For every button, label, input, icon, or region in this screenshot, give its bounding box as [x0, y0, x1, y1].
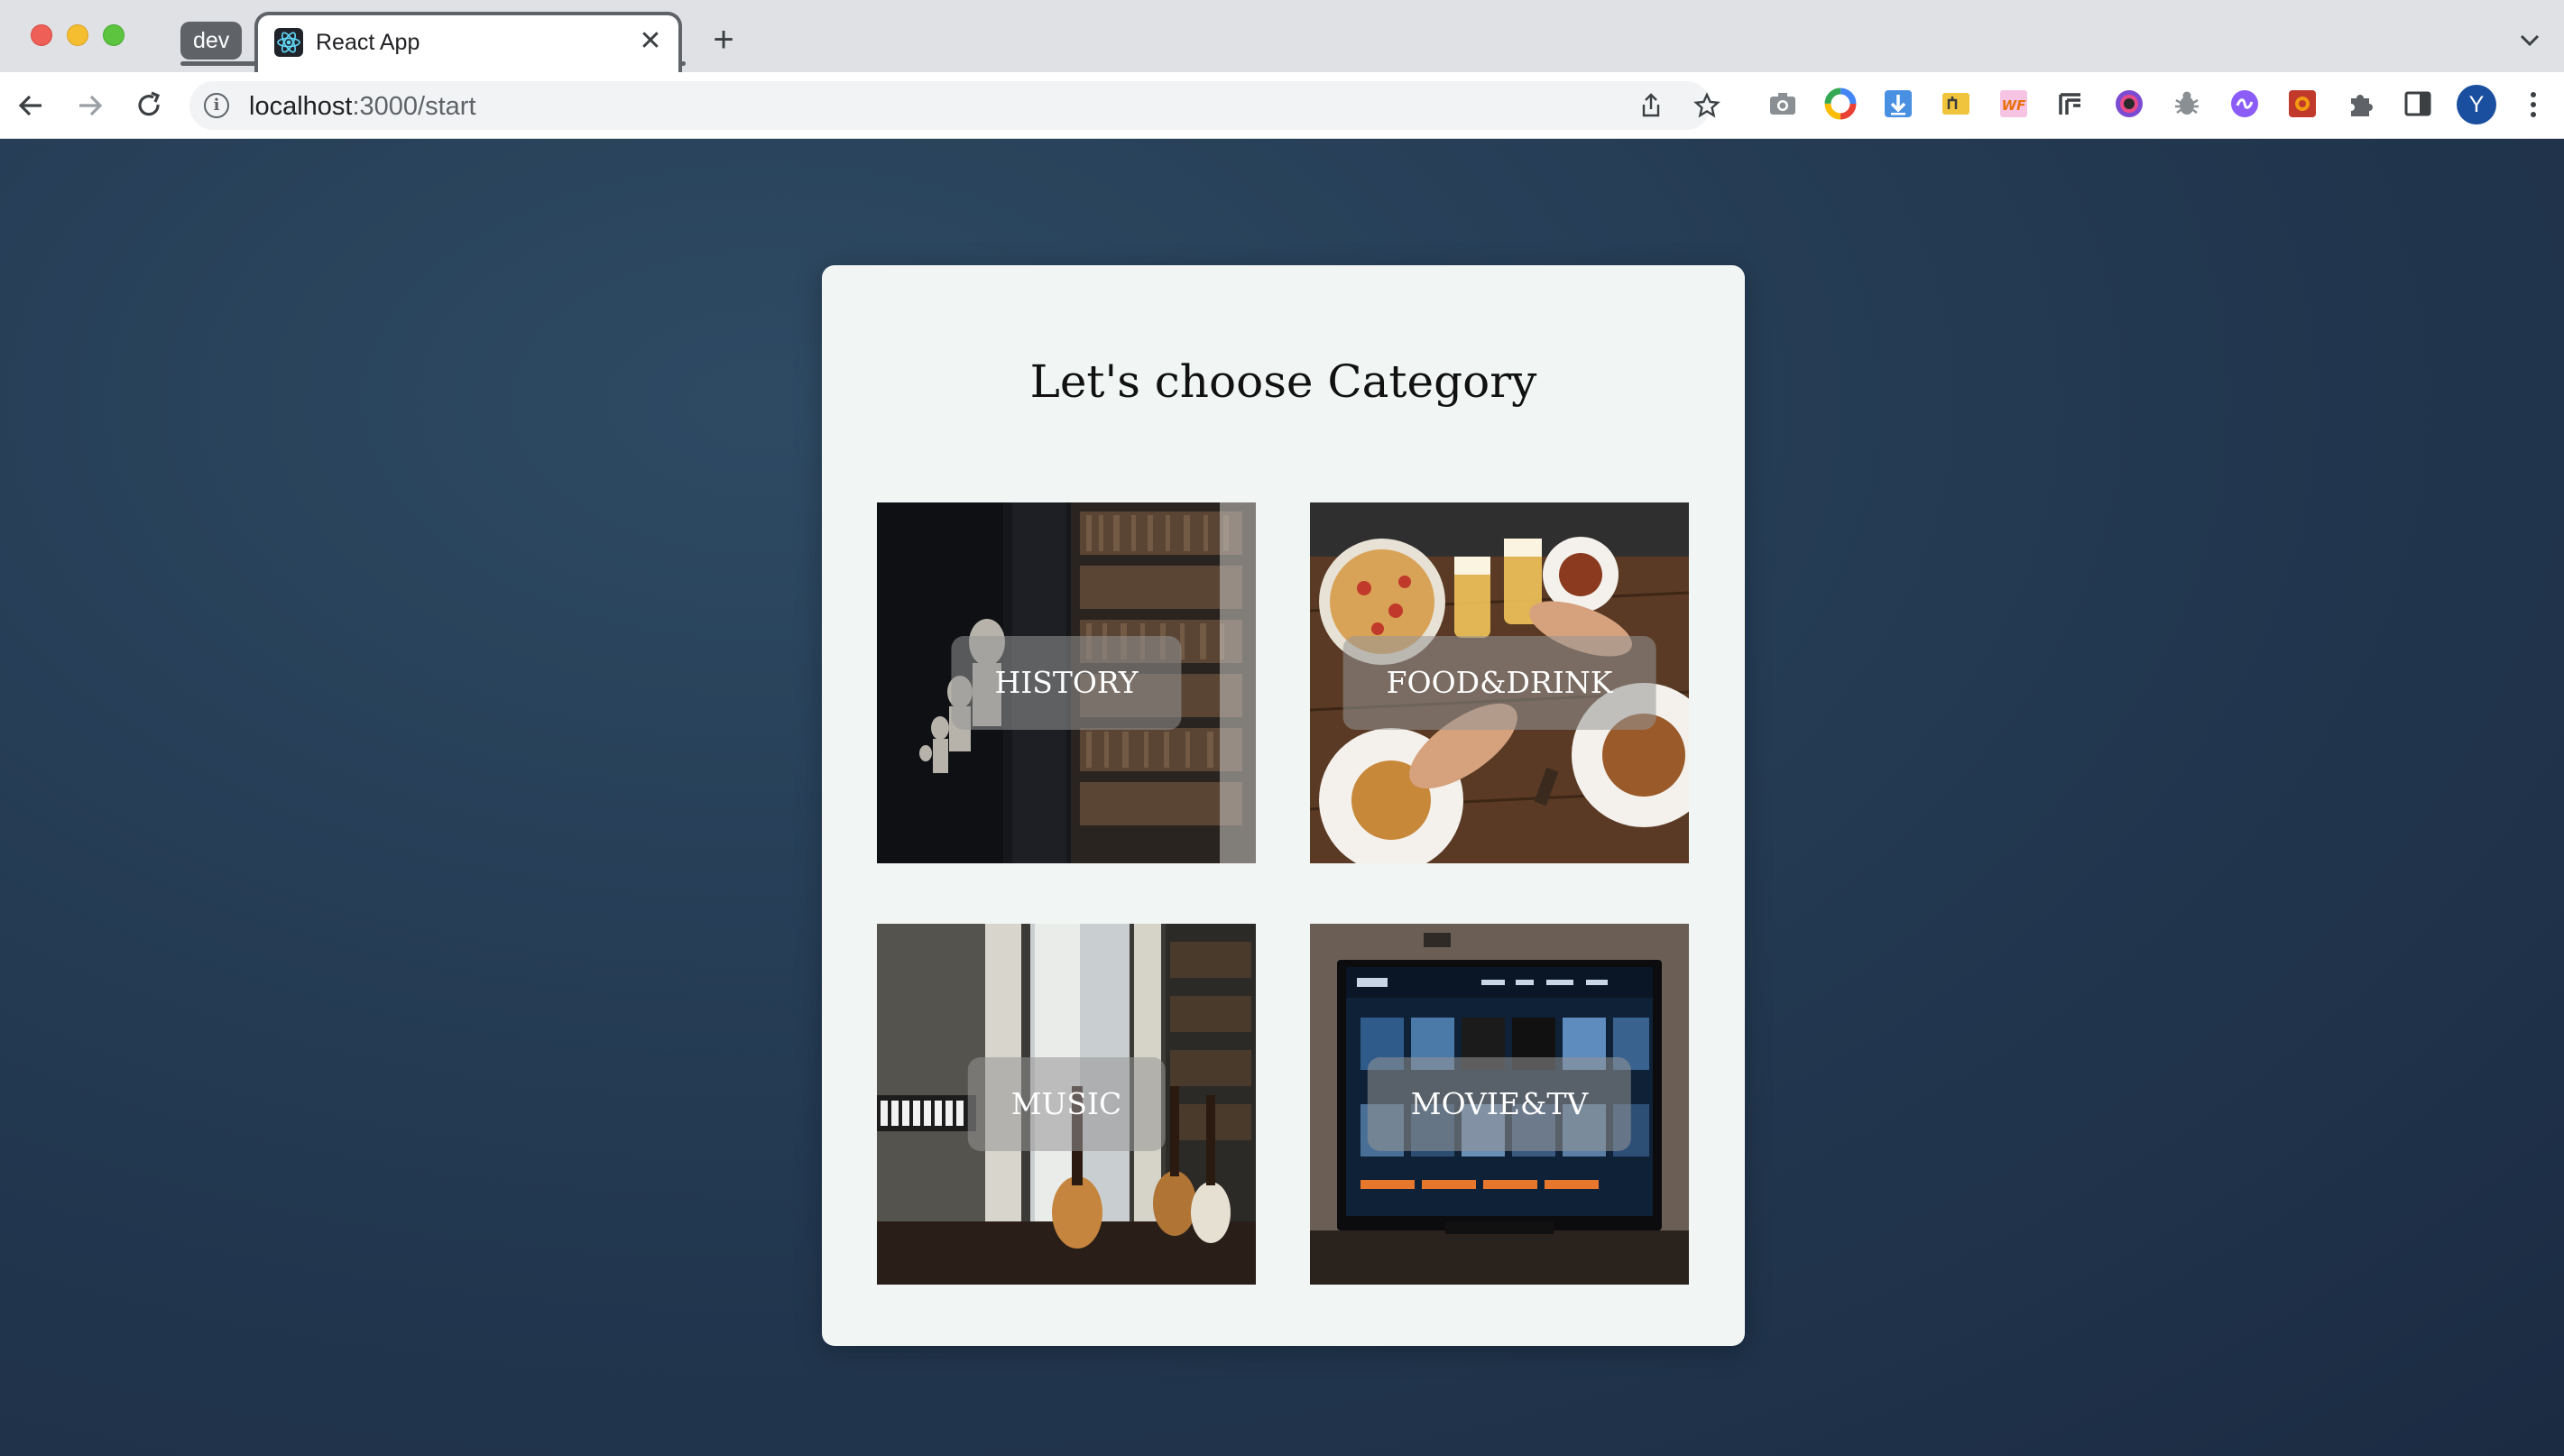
- active-tab[interactable]: React App ✕: [254, 12, 682, 72]
- close-window-button[interactable]: [31, 24, 52, 46]
- browser-menu-icon[interactable]: [2521, 87, 2546, 123]
- back-arrow-icon[interactable]: [11, 85, 52, 126]
- page-viewport: Let's choose Category HISTORY FOOD&DRINK…: [0, 139, 2564, 1456]
- tab-group-label[interactable]: dev: [180, 22, 243, 60]
- category-food-drink[interactable]: FOOD&DRINK: [1310, 502, 1689, 863]
- profile-avatar[interactable]: Y: [2457, 85, 2496, 124]
- address-bar[interactable]: i localhost:3000/start: [189, 81, 1720, 130]
- screenshot-camera-icon[interactable]: [1766, 88, 1799, 120]
- font-extension-icon[interactable]: [2055, 88, 2088, 120]
- wf-extension-icon[interactable]: WF: [1997, 88, 2030, 120]
- share-icon[interactable]: [1637, 91, 1665, 120]
- folder-extension-icon[interactable]: [1940, 88, 1972, 120]
- category-history[interactable]: HISTORY: [877, 502, 1256, 863]
- bookmark-star-icon[interactable]: [1692, 91, 1721, 120]
- extensions-puzzle-icon[interactable]: [2344, 88, 2376, 120]
- minimize-window-button[interactable]: [67, 24, 88, 46]
- react-logo-icon: [274, 28, 303, 57]
- color-wheel-extension-icon[interactable]: [1824, 88, 1857, 120]
- category-label: MUSIC: [967, 1057, 1166, 1151]
- close-tab-icon[interactable]: ✕: [635, 26, 666, 57]
- download-extension-icon[interactable]: [1882, 88, 1914, 120]
- forward-arrow-icon[interactable]: [69, 85, 110, 126]
- svg-text:WF: WF: [2002, 97, 2027, 114]
- url-text: localhost:3000/start: [249, 92, 476, 122]
- url-host: localhost: [249, 92, 353, 121]
- tab-search-chevron-icon[interactable]: [2515, 25, 2544, 54]
- reload-icon[interactable]: [128, 85, 170, 126]
- category-card: Let's choose Category HISTORY FOOD&DRINK…: [822, 265, 1745, 1346]
- browser-tab-strip: dev React App ✕ +: [0, 0, 2564, 72]
- browser-toolbar: i localhost:3000/start WF Y: [0, 72, 2564, 139]
- purple-extension-icon[interactable]: [2228, 88, 2261, 120]
- page-title: Let's choose Category: [1029, 355, 1537, 408]
- side-panel-icon[interactable]: [2402, 88, 2434, 120]
- tab-title: React App: [316, 30, 420, 55]
- new-tab-button[interactable]: +: [706, 22, 742, 58]
- category-label: FOOD&DRINK: [1342, 636, 1656, 730]
- color-picker-extension-icon[interactable]: [2113, 88, 2145, 120]
- maximize-window-button[interactable]: [103, 24, 125, 46]
- category-music[interactable]: MUSIC: [877, 924, 1256, 1285]
- category-label: MOVIE&TV: [1367, 1057, 1632, 1151]
- red-extension-icon[interactable]: [2286, 88, 2319, 120]
- url-path: :3000/start: [352, 92, 476, 121]
- bug-extension-icon[interactable]: [2171, 88, 2203, 120]
- site-info-icon[interactable]: i: [204, 93, 229, 118]
- category-label: HISTORY: [951, 636, 1182, 730]
- category-movie-tv[interactable]: MOVIE&TV: [1310, 924, 1689, 1285]
